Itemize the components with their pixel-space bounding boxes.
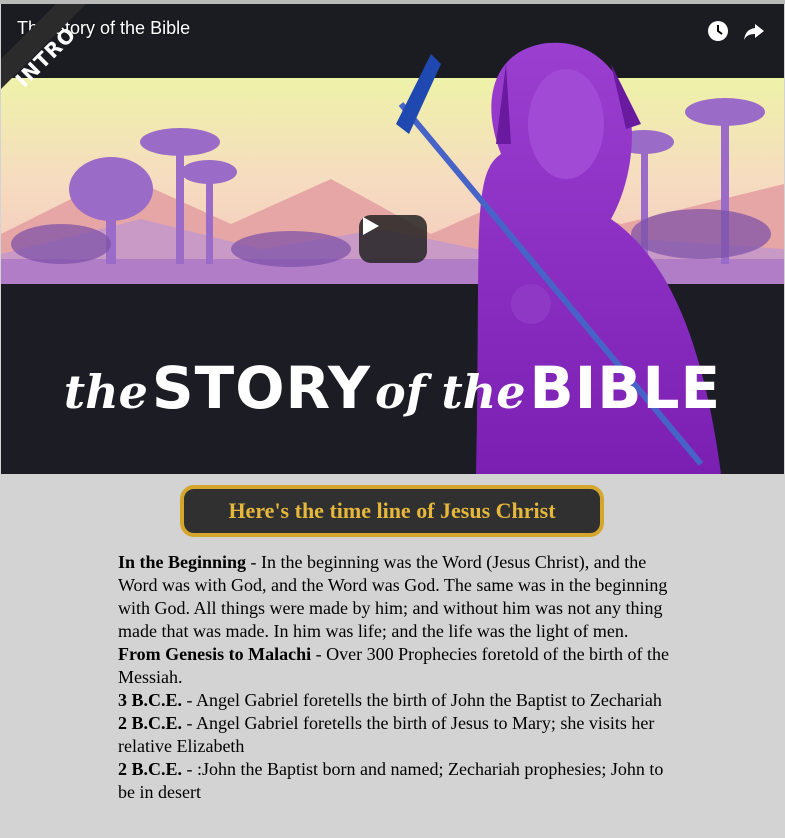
video-player[interactable]: The Story of the Bible INTRO the STORY o… bbox=[1, 4, 784, 474]
hero-script-2: of the bbox=[375, 365, 526, 419]
timeline-entry: 2 B.C.E. - Angel Gabriel foretells the b… bbox=[118, 712, 678, 758]
timeline-entry: From Genesis to Malachi - Over 300 Proph… bbox=[118, 643, 678, 689]
entry-heading: 2 B.C.E. bbox=[118, 713, 183, 733]
timeline-button[interactable]: Here's the time line of Jesus Christ bbox=[180, 485, 604, 537]
entry-heading: From Genesis to Malachi bbox=[118, 644, 312, 664]
timeline-entry: 2 B.C.E. - :John the Baptist born and na… bbox=[118, 758, 678, 804]
timeline-entry: In the Beginning - In the beginning was … bbox=[118, 551, 678, 643]
hero-block-2: BIBLE bbox=[529, 354, 722, 422]
hero-block-1: STORY bbox=[151, 354, 372, 422]
share-icon[interactable] bbox=[741, 18, 767, 44]
clock-icon[interactable] bbox=[705, 18, 731, 44]
timeline-content: In the Beginning - In the beginning was … bbox=[118, 551, 678, 804]
play-button[interactable] bbox=[359, 215, 427, 263]
timeline-entry: 3 B.C.E. - Angel Gabriel foretells the b… bbox=[118, 689, 678, 712]
entry-text: - Angel Gabriel foretells the birth of J… bbox=[182, 690, 662, 710]
entry-text: - :John the Baptist born and named; Zech… bbox=[118, 759, 664, 802]
play-icon bbox=[363, 217, 379, 235]
entry-heading: In the Beginning bbox=[118, 552, 247, 572]
hero-title: the STORY of the BIBLE bbox=[1, 354, 784, 422]
entry-heading: 2 B.C.E. bbox=[118, 759, 183, 779]
entry-heading: 3 B.C.E. bbox=[118, 690, 183, 710]
hero-script-1: the bbox=[63, 365, 148, 419]
entry-text: - Angel Gabriel foretells the birth of J… bbox=[118, 713, 655, 756]
